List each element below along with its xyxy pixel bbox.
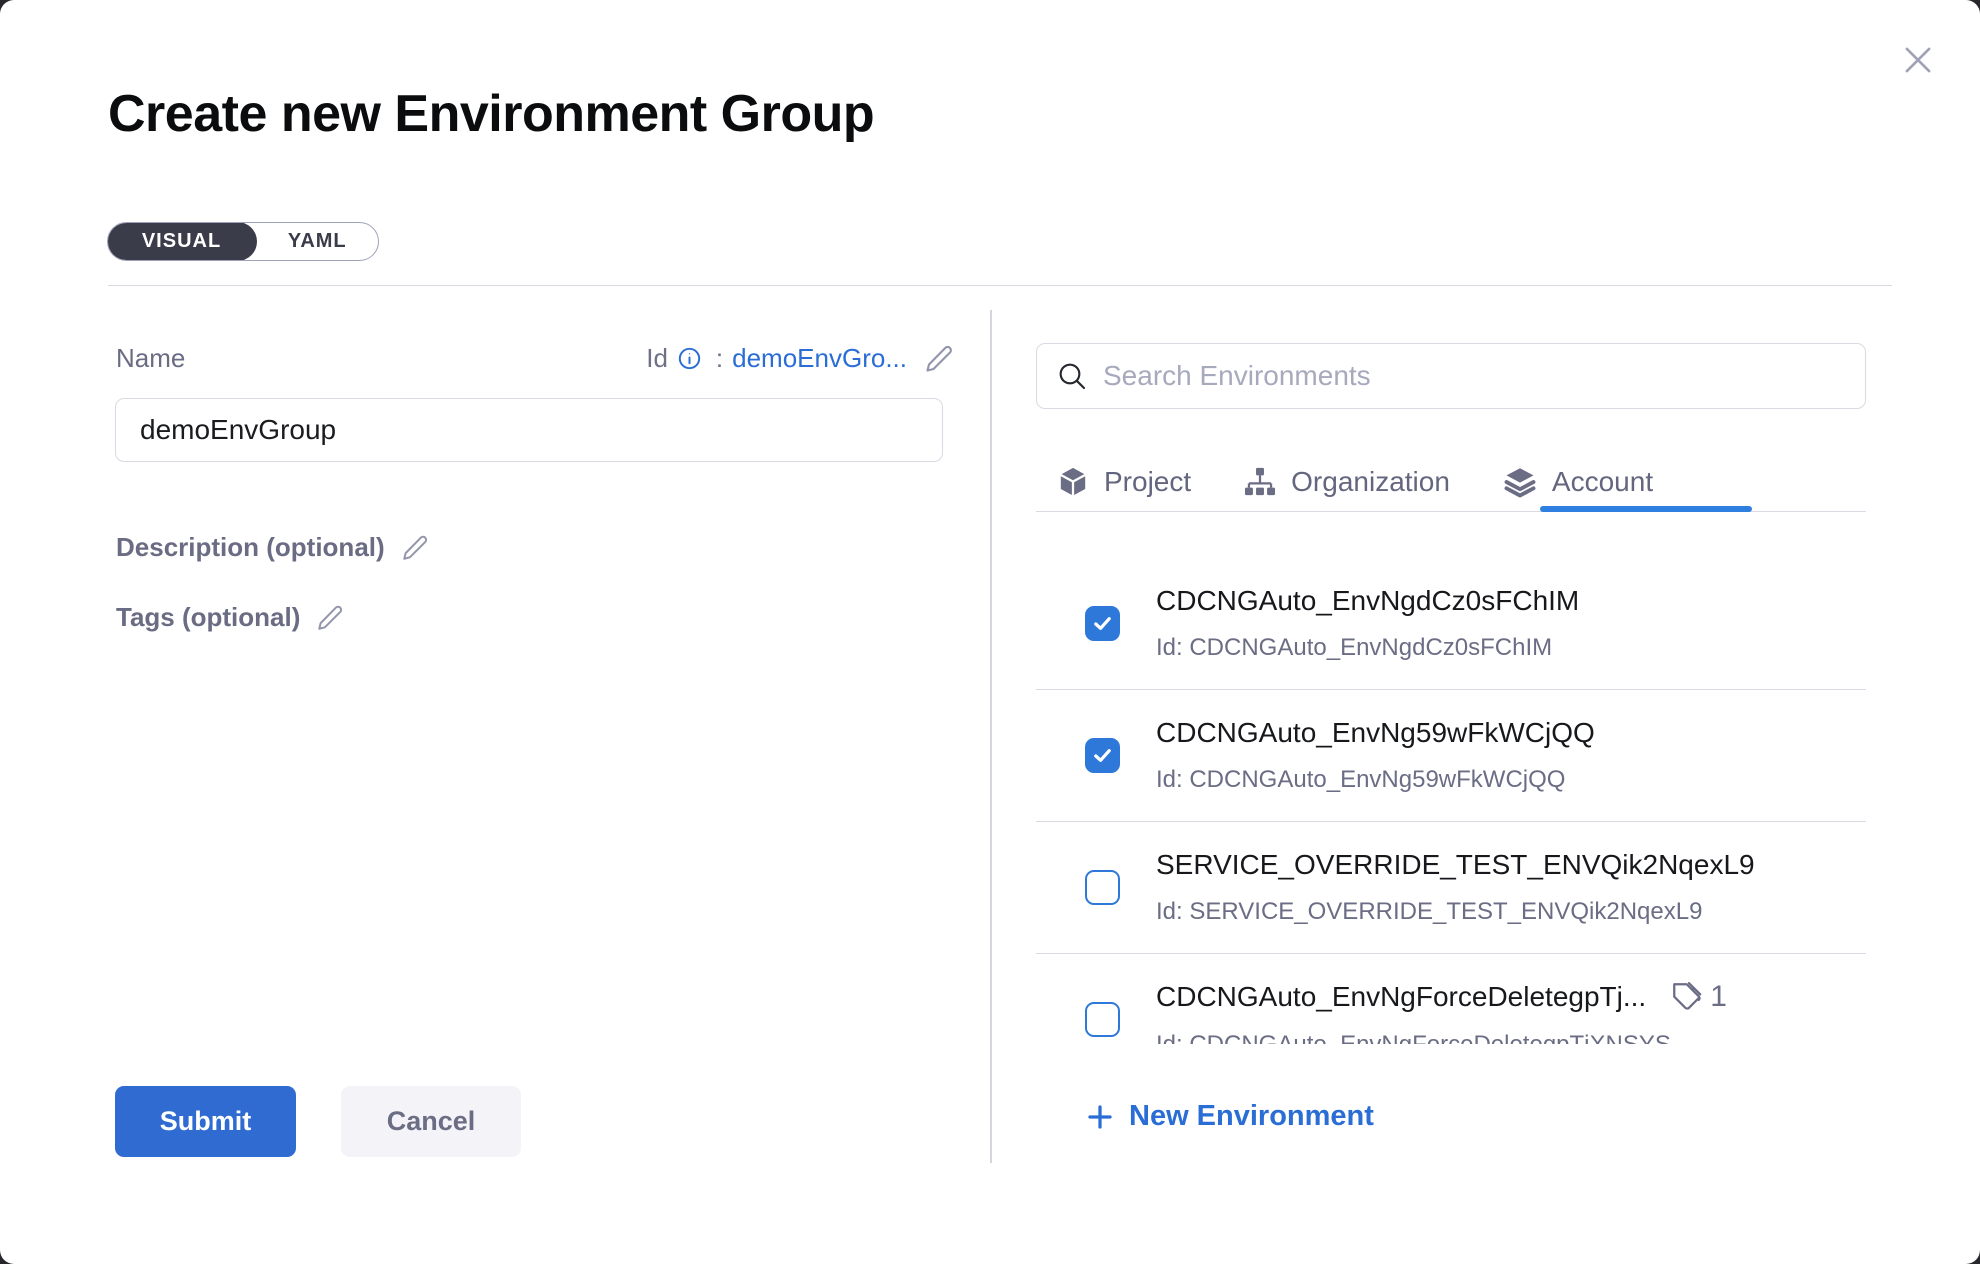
environment-id: Id: SERVICE_OVERRIDE_TEST_ENVQik2NqexL9: [1156, 898, 1755, 926]
environment-checkbox[interactable]: [1085, 870, 1120, 905]
new-environment-button[interactable]: New Environment: [1085, 1100, 1374, 1133]
org-chart-icon: [1243, 465, 1277, 499]
info-icon[interactable]: [677, 346, 702, 371]
description-label: Description (optional): [116, 532, 385, 563]
edit-id-pencil-icon[interactable]: [924, 344, 954, 374]
scope-tabs: Project Organization: [1036, 452, 1866, 512]
environment-checkbox[interactable]: [1085, 1002, 1120, 1037]
tag-count-badge: 1: [1670, 980, 1727, 1014]
environment-checkbox[interactable]: [1085, 606, 1120, 641]
environment-list-item[interactable]: SERVICE_OVERRIDE_TEST_ENVQik2NqexL9 Id: …: [1036, 822, 1866, 954]
environment-texts: CDCNGAuto_EnvNgForceDeletegpTj... 1: [1156, 980, 1727, 1044]
column-divider: [990, 310, 992, 1163]
submit-button[interactable]: Submit: [115, 1086, 296, 1157]
tags-label: Tags (optional): [116, 602, 300, 633]
environment-name: CDCNGAuto_EnvNgForceDeletegpTj...: [1156, 981, 1646, 1013]
page-title: Create new Environment Group: [108, 84, 874, 144]
name-input[interactable]: [115, 398, 943, 462]
environment-texts: CDCNGAuto_EnvNg59wFkWCjQQ Id: CDCNGAuto_…: [1156, 717, 1595, 794]
edit-tags-pencil-icon[interactable]: [316, 604, 344, 632]
tab-account-label: Account: [1552, 466, 1653, 498]
environment-name: SERVICE_OVERRIDE_TEST_ENVQik2NqexL9: [1156, 849, 1755, 881]
tags-row: Tags (optional): [116, 602, 344, 633]
close-icon: [1899, 41, 1937, 79]
search-icon: [1056, 360, 1088, 397]
search-environments: [1036, 343, 1866, 409]
modal-actions: Submit Cancel: [115, 1086, 521, 1157]
id-label: Id: [646, 343, 668, 374]
cancel-button[interactable]: Cancel: [341, 1086, 521, 1157]
environment-name: CDCNGAuto_EnvNgdCz0sFChIM: [1156, 585, 1579, 617]
close-button[interactable]: [1898, 40, 1938, 80]
environment-checkbox[interactable]: [1085, 738, 1120, 773]
new-environment-label: New Environment: [1129, 1100, 1374, 1133]
name-label: Name: [116, 343, 185, 374]
tab-project-label: Project: [1104, 466, 1191, 498]
id-separator: :: [716, 343, 723, 374]
environment-name: CDCNGAuto_EnvNg59wFkWCjQQ: [1156, 717, 1595, 749]
layers-icon: [1502, 464, 1538, 500]
edit-description-pencil-icon[interactable]: [401, 534, 429, 562]
environment-id: Id: CDCNGAuto_EnvNgdCz0sFChIM: [1156, 634, 1579, 662]
id-value-link[interactable]: demoEnvGro...: [732, 343, 907, 374]
search-environments-input[interactable]: [1036, 343, 1866, 409]
description-row: Description (optional): [116, 532, 429, 563]
toggle-yaml[interactable]: YAML: [257, 223, 379, 260]
environment-list: CDCNGAuto_EnvNgdCz0sFChIM Id: CDCNGAuto_…: [1036, 512, 1866, 1044]
plus-icon: [1085, 1102, 1115, 1132]
environment-id: Id: CDCNGAuto_EnvNgForceDeletegpTjXNSYS: [1156, 1031, 1727, 1044]
create-environment-group-modal: Create new Environment Group VISUAL YAML…: [0, 0, 1980, 1264]
active-tab-indicator: [1540, 506, 1752, 512]
name-id-row: Name Id : demoEnvGro...: [116, 343, 954, 374]
tags-icon: [1670, 980, 1704, 1014]
environment-texts: CDCNGAuto_EnvNgdCz0sFChIM Id: CDCNGAuto_…: [1156, 585, 1579, 662]
environments-panel: Project Organization: [1036, 0, 1866, 1264]
tab-organization[interactable]: Organization: [1243, 465, 1450, 499]
environment-list-item[interactable]: CDCNGAuto_EnvNgdCz0sFChIM Id: CDCNGAuto_…: [1036, 512, 1866, 690]
environment-texts: SERVICE_OVERRIDE_TEST_ENVQik2NqexL9 Id: …: [1156, 849, 1755, 926]
tag-count: 1: [1710, 980, 1727, 1014]
environment-id: Id: CDCNGAuto_EnvNg59wFkWCjQQ: [1156, 766, 1595, 794]
environment-list-item[interactable]: CDCNGAuto_EnvNgForceDeletegpTj... 1: [1036, 954, 1866, 1044]
tab-organization-label: Organization: [1291, 466, 1450, 498]
visual-yaml-toggle: VISUAL YAML: [107, 222, 379, 261]
tab-account[interactable]: Account: [1502, 464, 1653, 500]
id-group: Id : demoEnvGro...: [646, 343, 954, 374]
tab-project[interactable]: Project: [1056, 465, 1191, 499]
toggle-visual[interactable]: VISUAL: [107, 222, 257, 261]
environment-list-item[interactable]: CDCNGAuto_EnvNg59wFkWCjQQ Id: CDCNGAuto_…: [1036, 690, 1866, 822]
cube-icon: [1056, 465, 1090, 499]
